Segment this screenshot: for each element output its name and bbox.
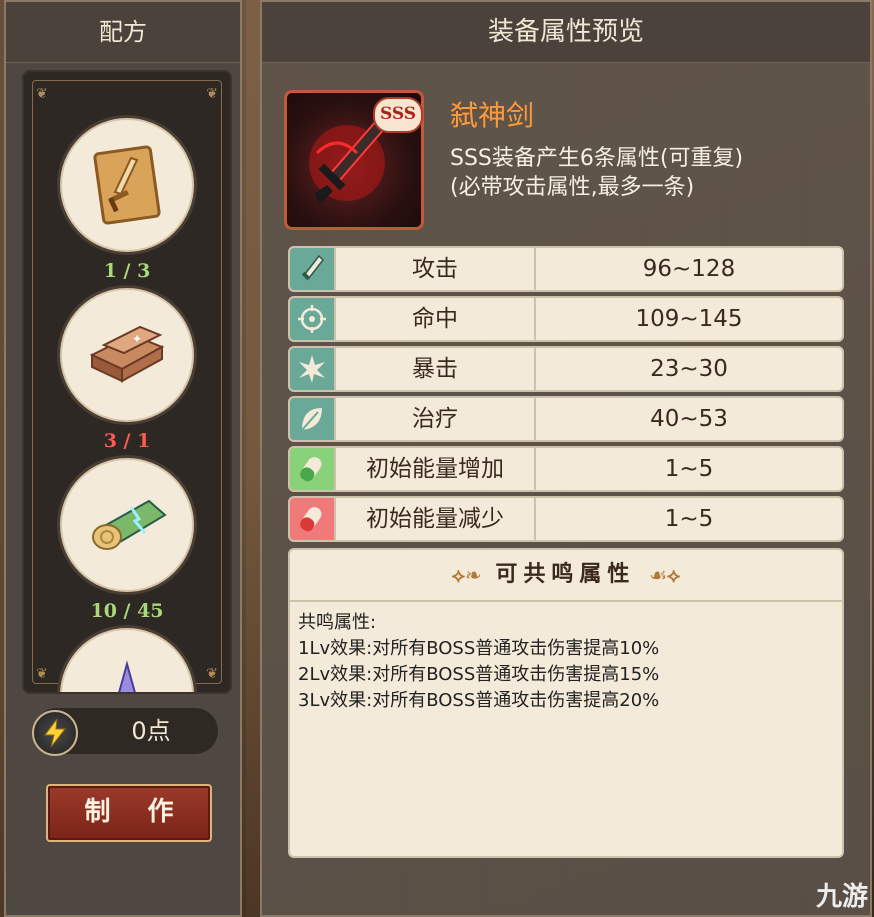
description-line: (必带攻击属性,最多一条)	[450, 175, 695, 200]
green-capsule-icon	[290, 448, 336, 490]
recipe-panel: 配方 ❦ ❦ ❦ ❦ 1 / 3 ✦ 3 / 1 10 / 45 0点 制 作	[4, 0, 242, 917]
recipe-count: 1 / 3	[103, 260, 151, 282]
stat-row: 治疗 40~53	[288, 396, 844, 442]
corner-ornament-icon: ❦	[36, 666, 48, 682]
stat-name: 暴击	[336, 348, 536, 390]
right-ornament-icon: ☙⟡	[649, 563, 681, 587]
stat-value: 23~30	[650, 356, 728, 382]
red-capsule-icon	[290, 498, 336, 540]
stat-row: 攻击 96~128	[288, 246, 844, 292]
crystal-icon[interactable]	[60, 628, 194, 692]
resonance-header: ⟡❧ 可共鸣属性 ☙⟡	[290, 550, 842, 602]
description-line: SSS装备产生6条属性(可重复)	[450, 146, 744, 171]
stat-name: 初始能量增加	[336, 448, 536, 490]
equipment-description: SSS装备产生6条属性(可重复) (必带攻击属性,最多一条)	[450, 144, 743, 202]
resonance-label: 共鸣属性:	[298, 612, 377, 633]
watermark-text: 九游	[815, 882, 868, 912]
stat-row: 初始能量减少 1~5	[288, 496, 844, 542]
resonance-details: 共鸣属性: 1Lv效果:对所有BOSS普通攻击伤害提高10% 2Lv效果:对所有…	[290, 602, 842, 714]
energy-display: 0点	[32, 708, 218, 756]
recipe-item[interactable]: 1 / 3	[60, 118, 194, 282]
resonance-line: 3Lv效果:对所有BOSS普通攻击伤害提高20%	[298, 690, 660, 711]
corner-ornament-icon: ❦	[36, 86, 48, 102]
sword-icon	[290, 248, 336, 290]
recipe-panel-title: 配方	[6, 2, 240, 63]
stat-value: 96~128	[642, 256, 736, 282]
stat-value: 1~5	[664, 506, 714, 532]
rank-badge: SSS	[373, 97, 423, 133]
stat-value: 109~145	[635, 306, 743, 332]
craft-button[interactable]: 制 作	[46, 784, 212, 842]
stat-row: 暴击 23~30	[288, 346, 844, 392]
ore-ingots-icon[interactable]: ✦	[60, 288, 194, 422]
resonance-header-text: 可共鸣属性	[495, 562, 636, 587]
burst-icon	[290, 348, 336, 390]
preview-panel-title: 装备属性预览	[262, 2, 870, 63]
sword-scroll-icon[interactable]	[60, 118, 194, 252]
recipe-count: 3 / 1	[103, 430, 151, 452]
stats-table: 攻击 96~128 命中 109~145 暴击 23~30 治疗 40~53 初…	[288, 246, 844, 546]
recipe-item[interactable]	[60, 628, 194, 692]
stat-name: 攻击	[336, 248, 536, 290]
stat-value: 40~53	[650, 406, 728, 432]
crosshair-icon	[290, 298, 336, 340]
equipment-name: 弑神剑	[450, 99, 535, 132]
stat-name: 命中	[336, 298, 536, 340]
stat-row: 初始能量增加 1~5	[288, 446, 844, 492]
glowing-log-icon[interactable]	[60, 458, 194, 592]
recipe-item[interactable]: 10 / 45	[60, 458, 194, 622]
equipment-preview-panel: 装备属性预览 SSS 弑神剑 SSS装备产生6条属性(可重复) (必带攻击属性,…	[260, 0, 872, 917]
leaf-icon	[290, 398, 336, 440]
resonance-section: ⟡❧ 可共鸣属性 ☙⟡ 共鸣属性: 1Lv效果:对所有BOSS普通攻击伤害提高1…	[288, 548, 844, 858]
watermark-logo: 九游	[816, 876, 868, 913]
stat-value: 1~5	[664, 456, 714, 482]
corner-ornament-icon: ❦	[206, 666, 218, 682]
stat-name: 初始能量减少	[336, 498, 536, 540]
resonance-line: 1Lv效果:对所有BOSS普通攻击伤害提高10%	[298, 638, 660, 659]
recipe-count: 10 / 45	[90, 600, 164, 622]
lightning-icon	[32, 710, 78, 756]
energy-value: 0点	[131, 717, 171, 745]
recipe-item[interactable]: ✦ 3 / 1	[60, 288, 194, 452]
left-ornament-icon: ⟡❧	[451, 563, 482, 587]
resonance-line: 2Lv效果:对所有BOSS普通攻击伤害提高15%	[298, 664, 660, 685]
recipe-list[interactable]: ❦ ❦ ❦ ❦ 1 / 3 ✦ 3 / 1 10 / 45	[22, 70, 232, 694]
svg-text:✦: ✦	[132, 332, 142, 346]
stat-row: 命中 109~145	[288, 296, 844, 342]
stat-name: 治疗	[336, 398, 536, 440]
equipment-icon[interactable]: SSS	[284, 90, 424, 230]
corner-ornament-icon: ❦	[206, 86, 218, 102]
